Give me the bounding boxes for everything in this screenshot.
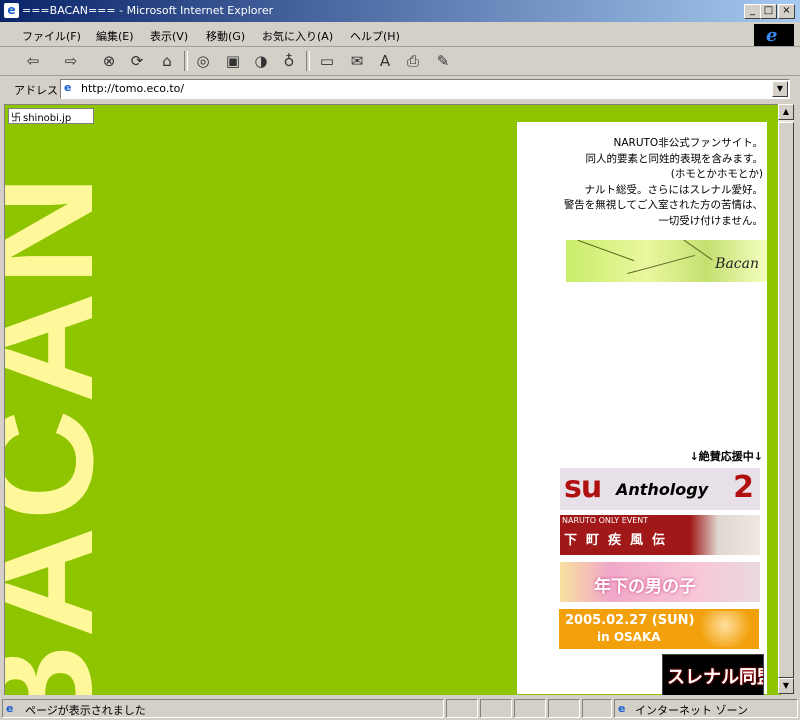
title-bar: e ===BACAN=== - Microsoft Internet Explo… xyxy=(0,0,800,22)
banner-anthology[interactable]: su Anthology 2 xyxy=(560,468,760,510)
web-page: 卐shinobi.jp BACAN NARUTO非公式ファンサイト。 同人的要素… xyxy=(4,104,781,695)
notice-line: NARUTO非公式ファンサイト。 xyxy=(613,137,764,149)
forward-button[interactable]: ⇨ xyxy=(60,51,82,71)
sketch-line xyxy=(577,240,635,262)
favorites-button[interactable]: ▣ xyxy=(222,51,244,71)
banner-shitamachi[interactable]: NARUTO ONLY EVENT 下町疾風伝 xyxy=(560,515,760,555)
status-pane xyxy=(514,699,546,718)
notice-line: (ホモとかホモとか) xyxy=(670,168,763,181)
banner-text: スレナル同盟 xyxy=(667,667,763,688)
bacan-signature: Bacan xyxy=(715,256,759,272)
fullscreen-button[interactable]: ▭ xyxy=(316,51,338,71)
page-loaded-icon: e xyxy=(6,702,14,715)
scroll-up-button[interactable]: ▲ xyxy=(778,104,794,120)
banner-text: NARUTO ONLY EVENT xyxy=(562,516,649,525)
shinobi-label: shinobi.jp xyxy=(23,113,72,124)
security-zone-pane[interactable]: e インターネット ゾーン xyxy=(614,699,798,718)
print-button[interactable]: ⎙ xyxy=(402,51,424,71)
banner-text: 年下の男の子 xyxy=(594,577,696,597)
notice-line: ナルト総受。さらにはスレナル愛好。 xyxy=(584,183,764,196)
menu-favorites[interactable]: お気に入り(A) xyxy=(262,28,333,44)
ie-logo: e xyxy=(754,24,794,46)
banner-text: 2005.02.27 (SUN) xyxy=(565,613,695,628)
warning-notice: NARUTO非公式ファンサイト。 同人的要素と同姓的表現を含みます。 (ホモとか… xyxy=(523,136,763,230)
info-panel: NARUTO非公式ファンサイト。 同人的要素と同姓的表現を含みます。 (ホモとか… xyxy=(517,122,767,695)
maximize-button[interactable]: □ xyxy=(760,4,777,19)
status-bar: e ページが表示されました e インターネット ゾーン xyxy=(0,697,800,720)
status-pane xyxy=(446,699,478,718)
internet-zone-icon: e xyxy=(618,702,626,715)
edit-button[interactable]: ✎ xyxy=(432,51,454,71)
address-bar: アドレス e http://tomo.eco.to/ ▼ xyxy=(0,77,800,101)
toolbar-separator xyxy=(306,51,310,71)
back-button[interactable]: ⇦ xyxy=(22,51,44,71)
address-input[interactable]: e http://tomo.eco.to/ ▼ xyxy=(60,79,790,99)
notice-line: 警告を無視してご入室された方の苦情は、 xyxy=(563,199,763,212)
menu-go[interactable]: 移動(G) xyxy=(206,28,245,44)
notice-line: 同人的要素と同姓的表現を含みます。 xyxy=(585,152,763,165)
notice-line: 一切受け付けません。 xyxy=(658,214,763,227)
status-pane xyxy=(480,699,512,718)
menu-bar: ファイル(F) 編集(E) 表示(V) 移動(G) お気に入り(A) ヘルプ(H… xyxy=(0,24,800,47)
scroll-down-button[interactable]: ▼ xyxy=(778,678,794,694)
history-button[interactable]: ◑ xyxy=(250,51,272,71)
toolbar: ⇦ ⇨ ⊗ ⟳ ⌂ ◎ ▣ ◑ ♁ ▭ ✉ A ⎙ ✎ xyxy=(0,47,800,76)
status-pane xyxy=(548,699,580,718)
shinobi-badge[interactable]: 卐 shinobi.jp xyxy=(8,108,94,124)
banner-surenaru-doumei[interactable]: スレナル同盟 xyxy=(662,654,764,695)
shinobi-icon: 卐 xyxy=(11,113,21,124)
menu-file[interactable]: ファイル(F) xyxy=(22,28,81,44)
ie-app-icon[interactable]: e xyxy=(4,3,19,18)
status-message-pane: e ページが表示されました xyxy=(2,699,444,718)
vertical-scrollbar[interactable]: ▲ ▼ xyxy=(778,104,794,694)
banner-text: 2 xyxy=(733,470,754,505)
address-label: アドレス xyxy=(14,84,58,97)
menu-help[interactable]: ヘルプ(H) xyxy=(350,28,400,44)
window-title: ===BACAN=== - Microsoft Internet Explore… xyxy=(22,4,274,17)
page-icon: e xyxy=(64,81,72,94)
channels-button[interactable]: ♁ xyxy=(278,51,300,71)
menu-view[interactable]: 表示(V) xyxy=(150,28,188,44)
banner-text: Anthology xyxy=(616,480,709,499)
status-message: ページが表示されました xyxy=(25,704,146,717)
banner-text: 下町疾風伝 xyxy=(564,533,675,548)
toolbar-separator xyxy=(184,51,188,71)
refresh-button[interactable]: ⟳ xyxy=(126,51,148,71)
ie-logo-icon: e xyxy=(766,25,778,46)
banner-text: in OSAKA xyxy=(597,630,661,644)
scroll-thumb[interactable] xyxy=(778,122,794,678)
stop-button[interactable]: ⊗ xyxy=(98,51,120,71)
search-button[interactable]: ◎ xyxy=(192,51,214,71)
menu-edit[interactable]: 編集(E) xyxy=(96,28,134,44)
banner-text: su xyxy=(564,470,602,505)
banner-illustration xyxy=(695,611,755,647)
security-zone-label: インターネット ゾーン xyxy=(635,704,748,717)
site-title-vertical: BACAN xyxy=(4,168,125,695)
minimize-button[interactable]: _ xyxy=(744,4,761,19)
banner-toshishita[interactable]: 年下の男の子 xyxy=(560,562,760,602)
banner-illustration xyxy=(690,515,760,555)
banner-osaka-event[interactable]: 2005.02.27 (SUN) in OSAKA xyxy=(559,609,759,649)
status-pane xyxy=(582,699,612,718)
close-button[interactable]: × xyxy=(778,4,795,19)
font-button[interactable]: A xyxy=(374,51,396,71)
support-heading: ↓絶賛応援中↓ xyxy=(689,450,763,463)
sketch-line xyxy=(627,254,695,275)
enter-site-banner[interactable]: Bacan xyxy=(566,240,767,282)
address-dropdown-button[interactable]: ▼ xyxy=(772,81,788,97)
address-url[interactable]: http://tomo.eco.to/ xyxy=(81,82,184,95)
mail-button[interactable]: ✉ xyxy=(346,51,368,71)
home-button[interactable]: ⌂ xyxy=(156,51,178,71)
